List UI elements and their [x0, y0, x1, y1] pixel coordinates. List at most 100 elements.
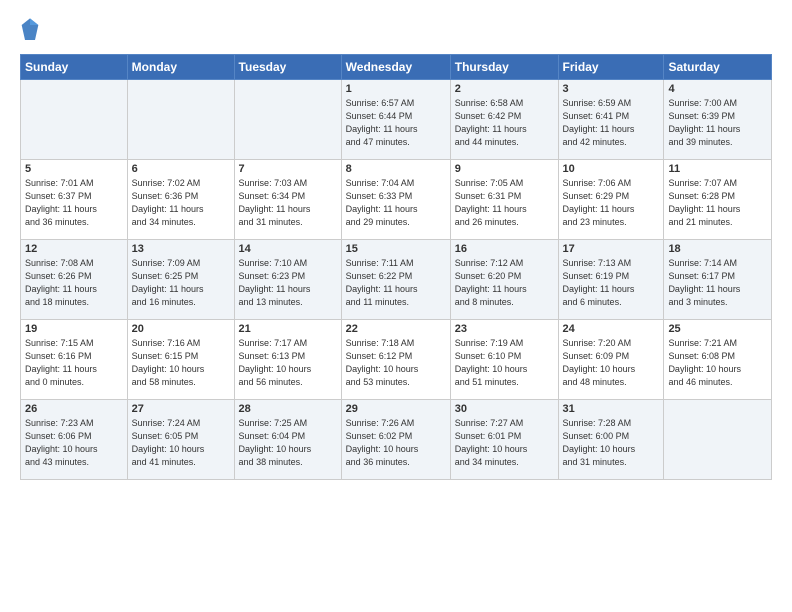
- day-info: Sunrise: 7:19 AM Sunset: 6:10 PM Dayligh…: [455, 337, 554, 389]
- day-number: 1: [346, 83, 446, 95]
- day-number: 28: [239, 403, 337, 415]
- calendar-cell: 10Sunrise: 7:06 AM Sunset: 6:29 PM Dayli…: [558, 160, 664, 240]
- calendar-cell: 18 Sunrise: 7:14 AM Sunset: 6:17 PM Dayli…: [664, 240, 772, 320]
- calendar-cell: 15 Sunrise: 7:11 AM Sunset: 6:22 PM Dayli…: [341, 240, 450, 320]
- day-info: Sunrise: 7:15 AM Sunset: 6:16 PM Dayligh…: [25, 337, 123, 389]
- day-number: 4: [668, 83, 767, 95]
- day-number: 18: [668, 243, 767, 255]
- day-info: Sunrise: 7:01 AM Sunset: 6:37 PM Dayligh…: [25, 177, 123, 229]
- calendar-cell: 5 Sunrise: 7:01 AM Sunset: 6:37 PM Daylig…: [21, 160, 128, 240]
- calendar-cell: [234, 80, 341, 160]
- day-info: Sunrise: 6:58 AM Sunset: 6:42 PM Dayligh…: [455, 97, 554, 149]
- calendar-cell: [21, 80, 128, 160]
- day-header-thursday: Thursday: [450, 55, 558, 80]
- calendar-cell: 4 Sunrise: 7:00 AM Sunset: 6:39 PM Daylig…: [664, 80, 772, 160]
- day-number: 9: [455, 163, 554, 175]
- day-number: 11: [668, 163, 767, 175]
- day-number: 12: [25, 243, 123, 255]
- day-info: Sunrise: 7:26 AM Sunset: 6:02 PM Dayligh…: [346, 417, 446, 469]
- day-header-sunday: Sunday: [21, 55, 128, 80]
- calendar-cell: 21 Sunrise: 7:17 AM Sunset: 6:13 PM Dayli…: [234, 320, 341, 400]
- day-info: Sunrise: 7:10 AM Sunset: 6:23 PM Dayligh…: [239, 257, 337, 309]
- calendar-cell: 9 Sunrise: 7:05 AM Sunset: 6:31 PM Daylig…: [450, 160, 558, 240]
- day-info: Sunrise: 7:04 AM Sunset: 6:33 PM Dayligh…: [346, 177, 446, 229]
- day-number: 14: [239, 243, 337, 255]
- day-info: Sunrise: 7:07 AM Sunset: 6:28 PM Dayligh…: [668, 177, 767, 229]
- calendar-cell: 11 Sunrise: 7:07 AM Sunset: 6:28 PM Dayli…: [664, 160, 772, 240]
- day-info: Sunrise: 7:23 AM Sunset: 6:06 PM Dayligh…: [25, 417, 123, 469]
- day-info: Sunrise: 7:27 AM Sunset: 6:01 PM Dayligh…: [455, 417, 554, 469]
- day-number: 5: [25, 163, 123, 175]
- day-number: 16: [455, 243, 554, 255]
- logo: [20, 16, 44, 44]
- day-info: Sunrise: 7:20 AM Sunset: 6:09 PM Dayligh…: [563, 337, 660, 389]
- day-info: Sunrise: 7:13 AM Sunset: 6:19 PM Dayligh…: [563, 257, 660, 309]
- calendar-cell: 24 Sunrise: 7:20 AM Sunset: 6:09 PM Dayli…: [558, 320, 664, 400]
- day-info: Sunrise: 7:28 AM Sunset: 6:00 PM Dayligh…: [563, 417, 660, 469]
- calendar-cell: 8 Sunrise: 7:04 AM Sunset: 6:33 PM Daylig…: [341, 160, 450, 240]
- day-info: Sunrise: 7:16 AM Sunset: 6:15 PM Dayligh…: [132, 337, 230, 389]
- calendar-cell: [664, 400, 772, 480]
- day-info: Sunrise: 6:57 AM Sunset: 6:44 PM Dayligh…: [346, 97, 446, 149]
- day-number: 15: [346, 243, 446, 255]
- day-info: Sunrise: 7:05 AM Sunset: 6:31 PM Dayligh…: [455, 177, 554, 229]
- day-info: Sunrise: 7:17 AM Sunset: 6:13 PM Dayligh…: [239, 337, 337, 389]
- day-info: Sunrise: 7:08 AM Sunset: 6:26 PM Dayligh…: [25, 257, 123, 309]
- calendar-header-row: SundayMondayTuesdayWednesdayThursdayFrid…: [21, 55, 772, 80]
- calendar-cell: 14 Sunrise: 7:10 AM Sunset: 6:23 PM Dayli…: [234, 240, 341, 320]
- calendar-week-row: 26 Sunrise: 7:23 AM Sunset: 6:06 PM Dayli…: [21, 400, 772, 480]
- day-number: 17: [563, 243, 660, 255]
- day-number: 10: [563, 163, 660, 175]
- calendar-cell: 19Sunrise: 7:15 AM Sunset: 6:16 PM Dayli…: [21, 320, 128, 400]
- day-number: 6: [132, 163, 230, 175]
- day-number: 22: [346, 323, 446, 335]
- calendar-cell: 29 Sunrise: 7:26 AM Sunset: 6:02 PM Dayli…: [341, 400, 450, 480]
- day-number: 29: [346, 403, 446, 415]
- calendar-week-row: 19Sunrise: 7:15 AM Sunset: 6:16 PM Dayli…: [21, 320, 772, 400]
- calendar-cell: 16 Sunrise: 7:12 AM Sunset: 6:20 PM Dayli…: [450, 240, 558, 320]
- calendar-week-row: 12 Sunrise: 7:08 AM Sunset: 6:26 PM Dayli…: [21, 240, 772, 320]
- day-number: 31: [563, 403, 660, 415]
- calendar-week-row: 5 Sunrise: 7:01 AM Sunset: 6:37 PM Daylig…: [21, 160, 772, 240]
- calendar-cell: 17 Sunrise: 7:13 AM Sunset: 6:19 PM Dayli…: [558, 240, 664, 320]
- day-number: 25: [668, 323, 767, 335]
- day-number: 24: [563, 323, 660, 335]
- calendar-week-row: 1 Sunrise: 6:57 AM Sunset: 6:44 PM Daylig…: [21, 80, 772, 160]
- calendar-table: SundayMondayTuesdayWednesdayThursdayFrid…: [20, 54, 772, 480]
- calendar-cell: 25 Sunrise: 7:21 AM Sunset: 6:08 PM Dayli…: [664, 320, 772, 400]
- calendar-cell: 20Sunrise: 7:16 AM Sunset: 6:15 PM Dayli…: [127, 320, 234, 400]
- calendar-cell: 23 Sunrise: 7:19 AM Sunset: 6:10 PM Dayli…: [450, 320, 558, 400]
- day-info: Sunrise: 7:14 AM Sunset: 6:17 PM Dayligh…: [668, 257, 767, 309]
- day-info: Sunrise: 7:02 AM Sunset: 6:36 PM Dayligh…: [132, 177, 230, 229]
- day-info: Sunrise: 7:12 AM Sunset: 6:20 PM Dayligh…: [455, 257, 554, 309]
- day-info: Sunrise: 7:21 AM Sunset: 6:08 PM Dayligh…: [668, 337, 767, 389]
- day-number: 3: [563, 83, 660, 95]
- calendar-cell: 30 Sunrise: 7:27 AM Sunset: 6:01 PM Dayli…: [450, 400, 558, 480]
- day-number: 13: [132, 243, 230, 255]
- calendar-cell: 31 Sunrise: 7:28 AM Sunset: 6:00 PM Dayli…: [558, 400, 664, 480]
- day-info: Sunrise: 7:03 AM Sunset: 6:34 PM Dayligh…: [239, 177, 337, 229]
- day-number: 30: [455, 403, 554, 415]
- day-header-tuesday: Tuesday: [234, 55, 341, 80]
- day-number: 27: [132, 403, 230, 415]
- day-number: 26: [25, 403, 123, 415]
- calendar-cell: 26 Sunrise: 7:23 AM Sunset: 6:06 PM Dayli…: [21, 400, 128, 480]
- day-info: Sunrise: 7:24 AM Sunset: 6:05 PM Dayligh…: [132, 417, 230, 469]
- day-header-friday: Friday: [558, 55, 664, 80]
- calendar-cell: 1 Sunrise: 6:57 AM Sunset: 6:44 PM Daylig…: [341, 80, 450, 160]
- day-header-saturday: Saturday: [664, 55, 772, 80]
- day-number: 21: [239, 323, 337, 335]
- calendar-cell: 22Sunrise: 7:18 AM Sunset: 6:12 PM Dayli…: [341, 320, 450, 400]
- calendar-cell: 6 Sunrise: 7:02 AM Sunset: 6:36 PM Daylig…: [127, 160, 234, 240]
- day-number: 23: [455, 323, 554, 335]
- day-number: 7: [239, 163, 337, 175]
- calendar-cell: 2Sunrise: 6:58 AM Sunset: 6:42 PM Daylig…: [450, 80, 558, 160]
- day-number: 8: [346, 163, 446, 175]
- calendar-cell: 12 Sunrise: 7:08 AM Sunset: 6:26 PM Dayli…: [21, 240, 128, 320]
- day-info: Sunrise: 7:00 AM Sunset: 6:39 PM Dayligh…: [668, 97, 767, 149]
- day-info: Sunrise: 7:11 AM Sunset: 6:22 PM Dayligh…: [346, 257, 446, 309]
- page-container: SundayMondayTuesdayWednesdayThursdayFrid…: [0, 0, 792, 612]
- calendar-cell: [127, 80, 234, 160]
- day-header-monday: Monday: [127, 55, 234, 80]
- calendar-cell: 13Sunrise: 7:09 AM Sunset: 6:25 PM Dayli…: [127, 240, 234, 320]
